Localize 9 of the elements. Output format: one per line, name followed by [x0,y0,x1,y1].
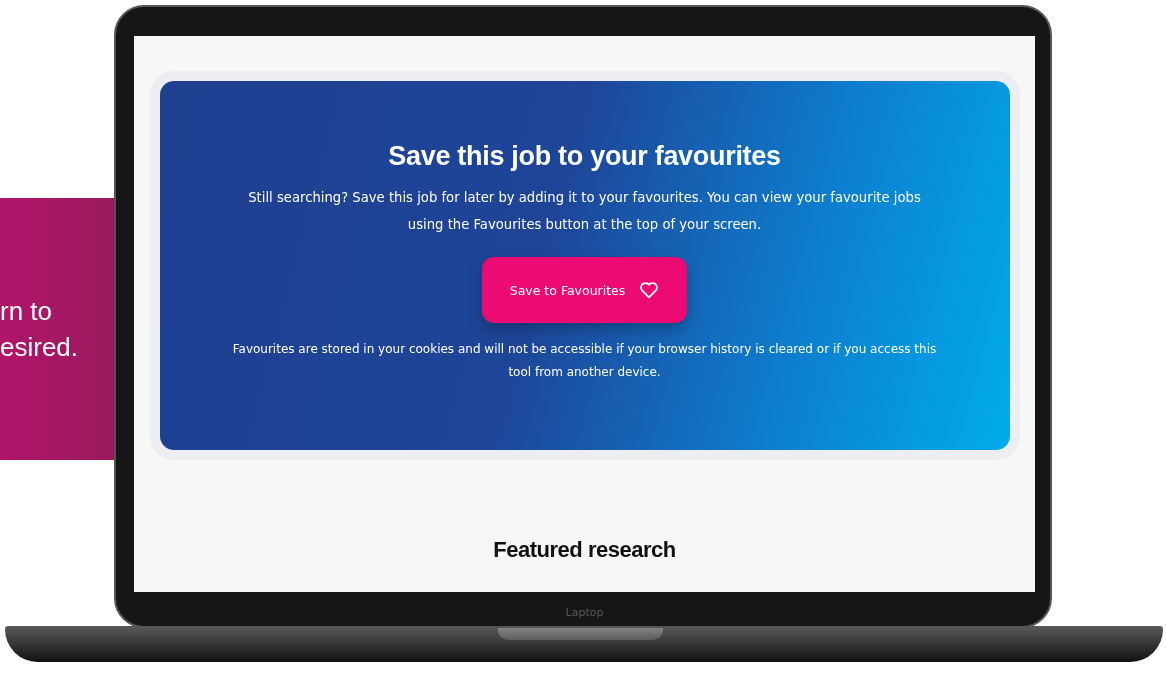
save-to-favourites-button[interactable]: Save to Favourites [482,257,687,323]
side-panel-text: rn to [0,295,53,328]
section-heading: Featured research [493,537,676,563]
laptop-label: Laptop [565,606,604,619]
card-description: Still searching? Save this job for later by adding it to your favourites. You can view your favourite jobs using the Favourites button at the top of your screen. [247,189,922,234]
heart-icon [639,281,660,299]
card-title: Save this job to your favourites [388,141,781,172]
side-panel-text: esired. [0,331,76,364]
card-note: Favourites are stored in your cookies and will not be accessible if your browser history is cleared or if you access this tool from another device. [231,341,938,381]
